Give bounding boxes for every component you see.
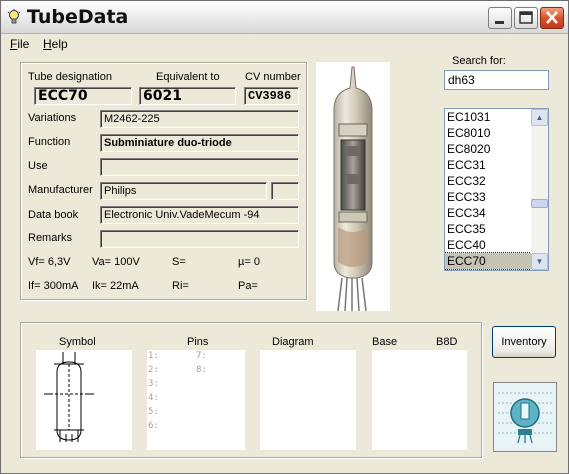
- diagram-label: Diagram: [272, 336, 314, 348]
- base-label: Base: [372, 336, 398, 348]
- s-value: S=: [172, 256, 186, 268]
- minimize-icon: [495, 21, 504, 24]
- diagram-panel: [260, 350, 356, 450]
- function-field[interactable]: Subminiature duo-triode: [100, 134, 299, 152]
- use-field[interactable]: [100, 158, 299, 176]
- tube-list-item[interactable]: EC1031: [445, 109, 531, 125]
- triode-symbol-icon: [44, 352, 94, 442]
- tube-list-item[interactable]: ECC31: [445, 157, 531, 173]
- maximize-icon: [519, 11, 533, 24]
- manufacturer-label: Manufacturer: [28, 184, 93, 196]
- minimize-button[interactable]: [488, 7, 512, 29]
- scroll-thumb[interactable]: [531, 199, 548, 208]
- manufacturer-field[interactable]: Philips: [100, 182, 267, 200]
- data-book-field[interactable]: Electronic Univ.VadeMecum -94: [100, 206, 299, 224]
- menu-help[interactable]: Help: [43, 37, 68, 51]
- app-logo: [493, 382, 557, 452]
- pin-label: 6:: [148, 421, 159, 431]
- remarks-label: Remarks: [28, 232, 73, 244]
- tube-list-item[interactable]: ECC40: [445, 237, 531, 253]
- function-label: Function: [28, 136, 71, 148]
- variations-field[interactable]: M2462-225: [100, 110, 299, 128]
- tube-designation-label: Tube designation: [28, 71, 112, 83]
- ik-value: Ik= 22mA: [92, 280, 139, 292]
- va-value: Va= 100V: [92, 256, 140, 268]
- use-label: Use: [28, 160, 48, 172]
- equivalent-to-label: Equivalent to: [156, 71, 220, 83]
- variations-label: Variations: [28, 112, 77, 124]
- maximize-button[interactable]: [514, 7, 538, 29]
- base-panel: [372, 350, 467, 450]
- lightbulb-icon: [7, 9, 21, 24]
- remarks-field[interactable]: [100, 230, 299, 248]
- tube-list-item[interactable]: ECC34: [445, 205, 531, 221]
- if-value: If= 300mA: [28, 280, 79, 292]
- vf-value: Vf= 6,3V: [28, 256, 71, 268]
- search-input[interactable]: [444, 70, 549, 90]
- tube-listbox[interactable]: EC1031 EC8010 EC8020 ECC31 ECC32 ECC33 ECC34 EC…: [444, 108, 549, 271]
- symbol-label: Symbol: [59, 336, 96, 348]
- pin-label: 5:: [148, 407, 159, 417]
- menu-file[interactable]: File: [10, 37, 29, 51]
- inventory-button[interactable]: Inventory: [492, 326, 556, 358]
- tube-photo: [316, 62, 390, 311]
- pin-label: 8:: [196, 365, 207, 375]
- close-button[interactable]: [540, 7, 564, 29]
- pin-label: 2:: [148, 365, 159, 375]
- title-bar[interactable]: TubeData: [1, 1, 568, 34]
- tube-list-item[interactable]: EC8020: [445, 141, 531, 157]
- pin-label: 1:: [148, 351, 159, 361]
- tube-list-item[interactable]: ECC32: [445, 173, 531, 189]
- scroll-down-button[interactable]: ▼: [531, 253, 548, 270]
- app-window: TubeData File Help Tube designation Equi…: [0, 0, 569, 474]
- manufacturer-extra-field[interactable]: [271, 182, 299, 200]
- close-icon: [546, 11, 558, 24]
- search-label: Search for:: [452, 55, 506, 67]
- cv-number-label: CV number: [245, 71, 301, 83]
- vacuum-tube-image: [333, 66, 373, 311]
- pin-label: 3:: [148, 379, 159, 389]
- tube-list-item[interactable]: ECC33: [445, 189, 531, 205]
- pin-label: 4:: [148, 393, 159, 403]
- cv-number-field[interactable]: CV3986: [244, 87, 299, 105]
- mu-value: µ= 0: [238, 256, 260, 268]
- pins-label: Pins: [187, 336, 209, 348]
- base-value: B8D: [436, 336, 458, 348]
- ri-value: Ri=: [172, 280, 189, 292]
- tube-logo-icon: [494, 383, 556, 451]
- symbol-panel: [36, 350, 132, 450]
- menu-bar: File Help: [1, 35, 568, 55]
- list-scrollbar[interactable]: ▲ ▼: [531, 109, 548, 270]
- window-title: TubeData: [27, 6, 129, 28]
- tube-list-item[interactable]: ECC70: [445, 252, 532, 270]
- pa-value: Pa=: [238, 280, 258, 292]
- tube-list-item[interactable]: EC8010: [445, 125, 531, 141]
- tube-list-item[interactable]: ECC35: [445, 221, 531, 237]
- equivalent-to-field[interactable]: 6021: [139, 87, 236, 105]
- scroll-up-button[interactable]: ▲: [531, 109, 548, 126]
- pins-panel: 1: 2: 3: 4: 5: 6: 7: 8:: [147, 350, 245, 450]
- pin-label: 7:: [196, 351, 207, 361]
- tube-designation-field[interactable]: ECC70: [34, 87, 132, 105]
- data-book-label: Data book: [28, 209, 79, 221]
